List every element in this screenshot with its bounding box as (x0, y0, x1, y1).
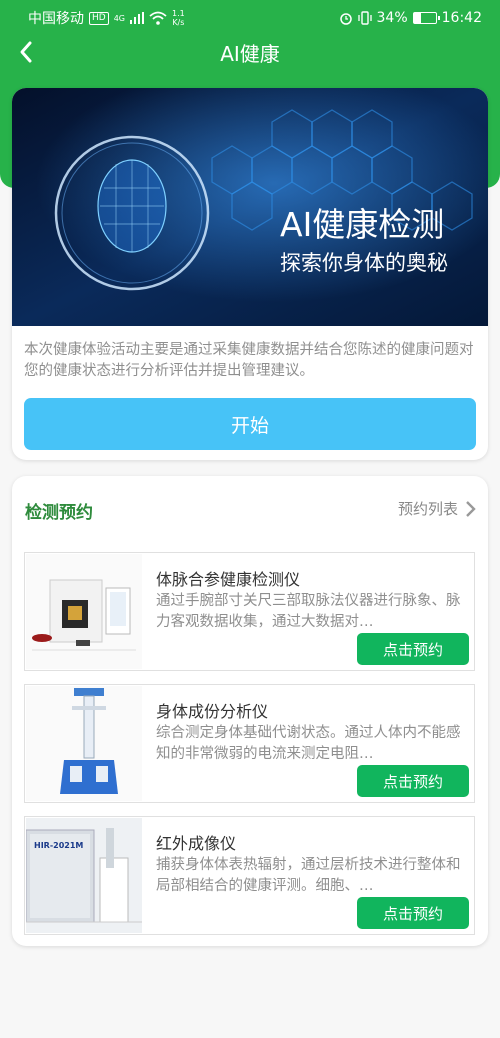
device-item: 体脉合参健康检测仪 通过手腕部寸关尺三部取脉法仪器进行脉象、脉力客观数据收集，通… (24, 552, 475, 671)
infrared-imager-image: HIR-2021M (26, 818, 142, 933)
booking-list-label: 预约列表 (397, 500, 458, 518)
status-right: 34% 16:42 (339, 10, 482, 26)
speed-value: 1.1 (172, 9, 185, 18)
booking-list-link[interactable]: 预约列表 (398, 498, 476, 519)
status-bar: 中国移动 HD 4G 1.1 K/s 34% 16:42 (0, 0, 500, 36)
nav-bar: AI健康 (0, 36, 500, 68)
banner-headline: AI健康检测 (280, 205, 444, 244)
book-button[interactable]: 点击预约 (357, 897, 469, 929)
banner-subline: 探索你身体的奥秘 (280, 251, 448, 275)
page-title: AI健康 (220, 41, 280, 66)
device-description: 综合测定身体基础代谢状态。通过人体内不能感知的非常微弱的电流来测定电阻… (156, 725, 461, 762)
infrared-device-label: HIR-2021M (34, 841, 83, 850)
body-composition-analyzer-image (26, 686, 142, 801)
carrier-name: 中国移动 (28, 11, 84, 27)
ai-health-banner-image: AI健康检测 探索你身体的奥秘 (12, 88, 488, 326)
device-name: 红外成像仪 (156, 834, 237, 853)
intro-description: 本次健康体验活动主要是通过采集健康数据并结合您陈述的健康问题对您的健康状态进行分… (24, 342, 474, 379)
alarm-icon (339, 13, 352, 25)
device-item: HIR-2021M 红外成像仪 捕获身体体表热辐射，通过层析技术进行整体和局部相… (24, 816, 475, 935)
back-arrow-icon[interactable] (14, 38, 42, 66)
status-left: 中国移动 HD 4G 1.1 K/s (28, 8, 185, 28)
wifi-icon (149, 11, 167, 25)
network-speed: 1.1 K/s (172, 9, 185, 27)
vibrate-icon (357, 11, 372, 25)
device-name: 体脉合参健康检测仪 (156, 570, 301, 589)
pulse-detector-image (26, 554, 142, 669)
intro-card: AI健康检测 探索你身体的奥秘 本次健康体验活动主要是通过采集健康数据并结合您陈… (12, 88, 488, 460)
signal-icon (130, 12, 144, 24)
device-item: 身体成份分析仪 综合测定身体基础代谢状态。通过人体内不能感知的非常微弱的电流来测… (24, 684, 475, 803)
battery-icon (412, 12, 440, 24)
network-type: 4G (113, 13, 125, 23)
chevron-right-icon (466, 500, 476, 517)
booking-section: 检测预约 预约列表 体脉合参健康检测仪 通过手腕部寸关尺三部取脉法仪器进行脉象、… (12, 476, 488, 946)
start-button[interactable]: 开始 (24, 398, 476, 450)
speed-unit: K/s (172, 18, 185, 27)
book-button[interactable]: 点击预约 (357, 765, 469, 797)
book-button[interactable]: 点击预约 (357, 633, 469, 665)
clock: 16:42 (441, 10, 482, 26)
booking-title: 检测预约 (25, 503, 93, 523)
hd-badge: HD (89, 11, 109, 25)
device-description: 捕获身体体表热辐射，通过层析技术进行整体和局部相结合的健康评测。细胞、… (156, 857, 461, 894)
battery-percent: 34% (376, 10, 408, 26)
battery-fill (413, 13, 422, 23)
device-description: 通过手腕部寸关尺三部取脉法仪器进行脉象、脉力客观数据收集，通过大数据对… (156, 593, 461, 630)
device-name: 身体成份分析仪 (156, 702, 269, 721)
